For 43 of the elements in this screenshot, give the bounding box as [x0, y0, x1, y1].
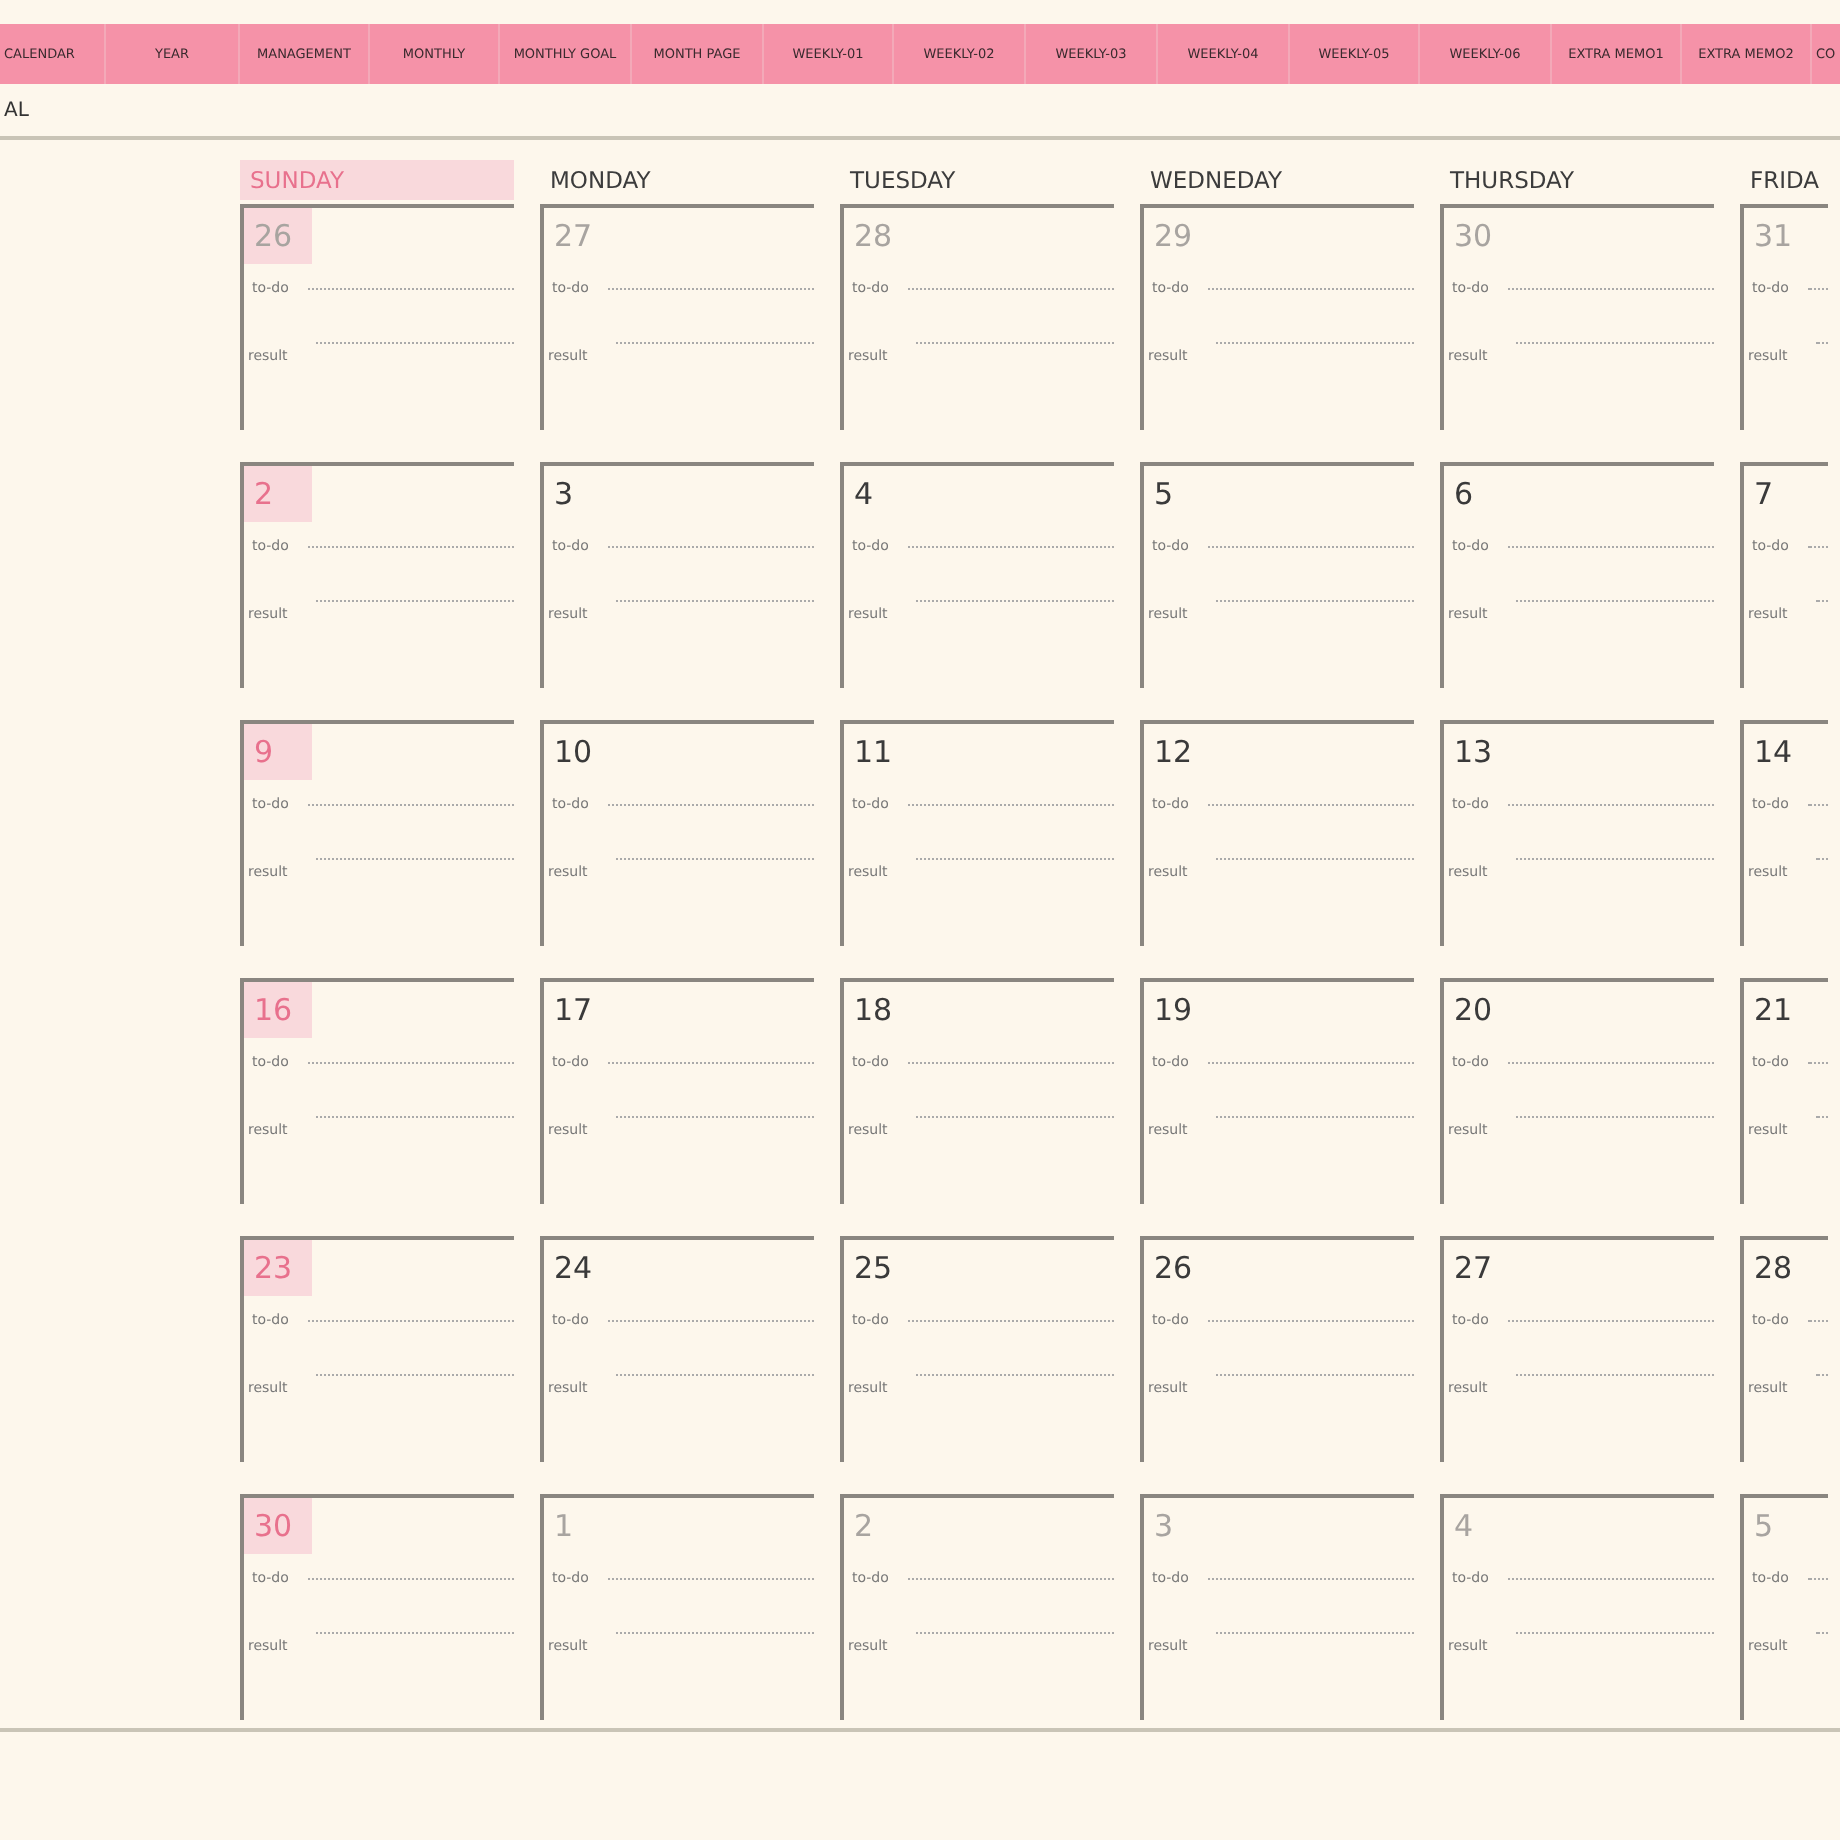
weekday-header: TUESDAY — [848, 164, 958, 198]
day-number: 2 — [852, 1506, 876, 1548]
day-number: 18 — [852, 990, 895, 1032]
day-number: 26 — [1152, 1248, 1195, 1290]
weekday-header: THURSDAY — [1448, 164, 1577, 198]
day-number: 29 — [1152, 216, 1195, 258]
day-number: 11 — [852, 732, 895, 774]
day-number: 27 — [552, 216, 595, 258]
day-number: 28 — [1752, 1248, 1795, 1290]
day-number: 5 — [1752, 1506, 1776, 1548]
day-number: 14 — [1752, 732, 1795, 774]
day-number: 3 — [1152, 1506, 1176, 1548]
day-number: 30 — [1452, 216, 1495, 258]
day-number: 19 — [1152, 990, 1195, 1032]
day-number: 1 — [552, 1506, 576, 1548]
day-number: 21 — [1752, 990, 1795, 1032]
day-number: 23 — [244, 1240, 312, 1296]
day-number: 16 — [244, 982, 312, 1038]
section-title: AL — [4, 99, 29, 121]
weekday-header: WEDNEDAY — [1148, 164, 1285, 198]
day-number: 20 — [1452, 990, 1495, 1032]
day-number: 3 — [552, 474, 576, 516]
weekday-header: FRIDA — [1748, 164, 1822, 198]
day-number: 10 — [552, 732, 595, 774]
day-number: 6 — [1452, 474, 1476, 516]
day-number: 9 — [244, 724, 312, 780]
day-number: 4 — [852, 474, 876, 516]
day-number: 5 — [1152, 474, 1176, 516]
day-number: 31 — [1752, 216, 1795, 258]
day-number: 26 — [244, 208, 312, 264]
day-number: 13 — [1452, 732, 1495, 774]
day-number: 24 — [552, 1248, 595, 1290]
day-number: 17 — [552, 990, 595, 1032]
day-number: 30 — [244, 1498, 312, 1554]
day-number: 12 — [1152, 732, 1195, 774]
day-number: 28 — [852, 216, 895, 258]
day-number: 4 — [1452, 1506, 1476, 1548]
day-number: 7 — [1752, 474, 1776, 516]
weekday-header: SUNDAY — [240, 160, 514, 200]
day-number: 25 — [852, 1248, 895, 1290]
weekday-header: MONDAY — [548, 164, 653, 198]
day-number: 27 — [1452, 1248, 1495, 1290]
day-number: 2 — [244, 466, 312, 522]
